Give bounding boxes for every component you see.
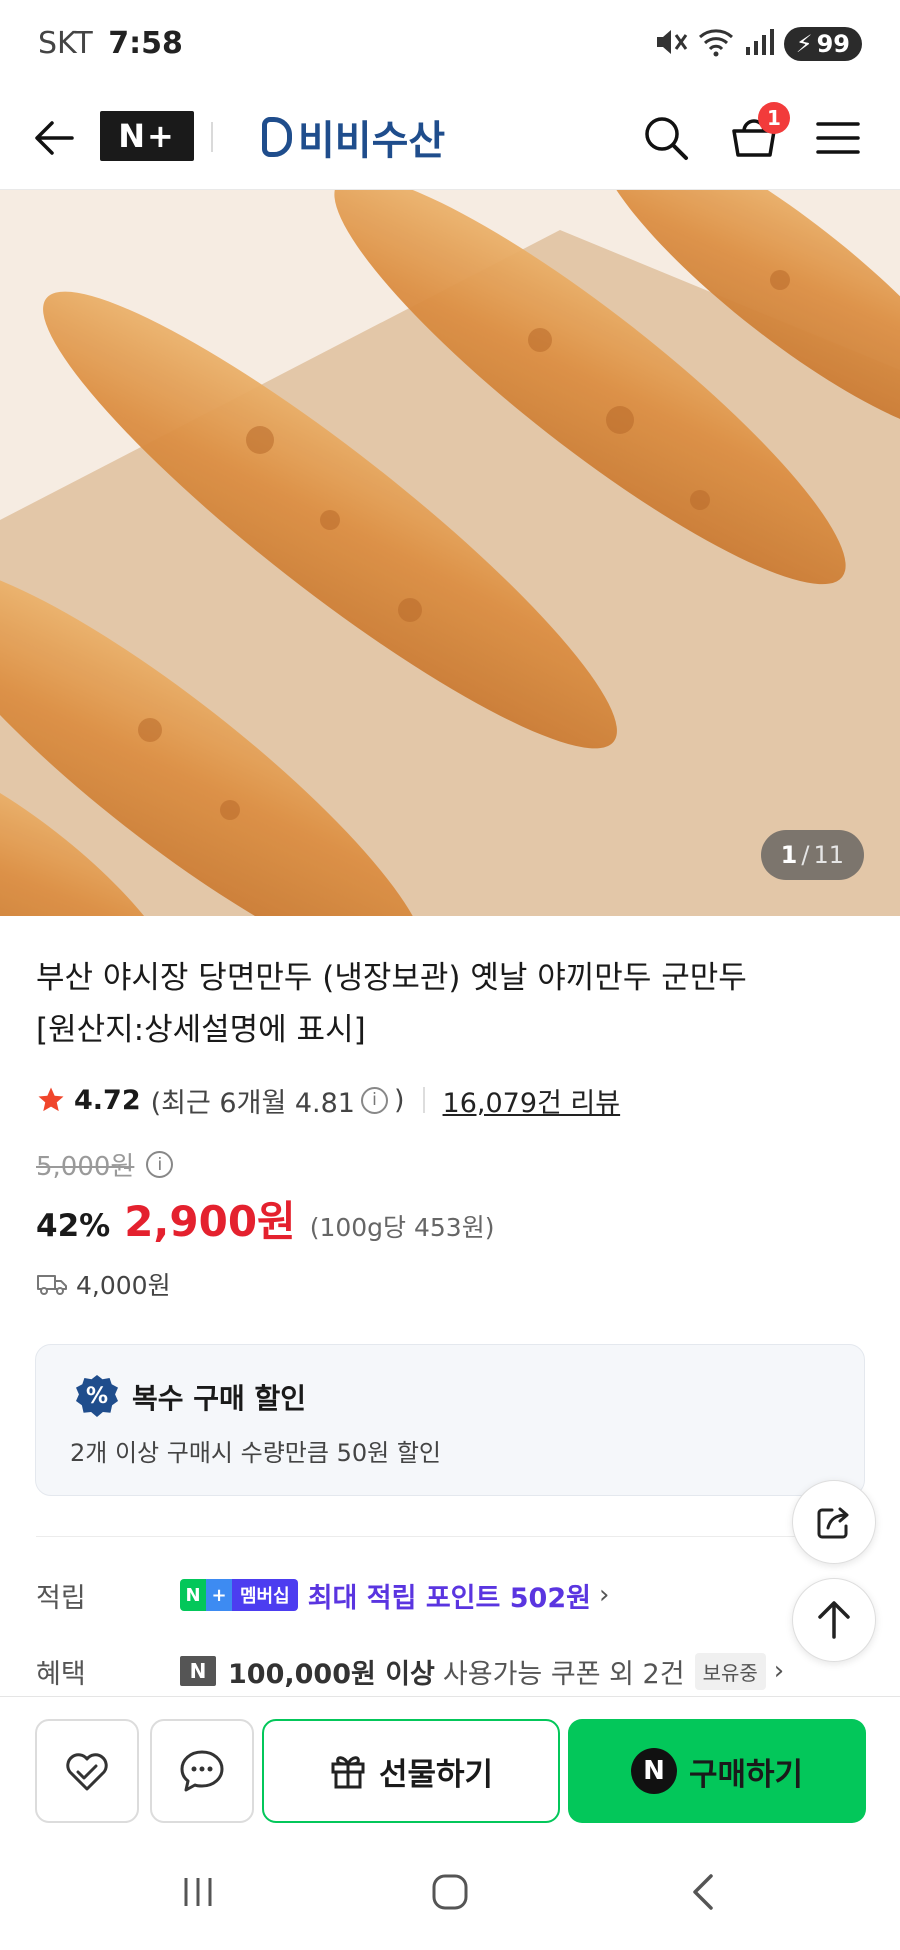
- recent-rating-close: ): [393, 1084, 405, 1116]
- rating-row: 4.72 (최근 6개월 4.81 i ) 16,079건 리뷰: [36, 1078, 620, 1122]
- product-photo-dumplings: [0, 190, 900, 916]
- star-icon: [38, 1087, 64, 1112]
- delivery-truck-icon: [37, 1275, 67, 1295]
- original-price-row: 5,000원 i: [36, 1146, 179, 1183]
- shipping-row: 4,000원: [36, 1264, 171, 1304]
- store-name: 비비수산: [298, 118, 446, 164]
- info-icon[interactable]: i: [360, 1086, 388, 1114]
- max-points-text: 최대 적립 포인트 502원: [307, 1582, 591, 1614]
- original-price: 5,000원: [36, 1152, 135, 1182]
- mute-icon: [654, 27, 688, 61]
- search-button[interactable]: [636, 108, 696, 168]
- coupon-row[interactable]: 혜택 N 100,000원 이상 사용가능 쿠폰 외 2건 보유중 ›: [36, 1646, 784, 1696]
- gift-button[interactable]: 선물하기: [262, 1719, 560, 1823]
- sale-price: 2,900원: [124, 1197, 296, 1246]
- image-counter-separator: /: [801, 841, 810, 869]
- rating-score: 4.72: [74, 1084, 141, 1116]
- product-image-carousel[interactable]: 1 / 11: [0, 190, 900, 916]
- wifi-icon: [698, 27, 734, 61]
- chat-button[interactable]: [150, 1719, 254, 1823]
- share-icon: [817, 1507, 849, 1539]
- header-divider: [211, 122, 213, 152]
- store-logo-mark: [262, 117, 292, 157]
- membership-text: 멤버십: [232, 1579, 298, 1611]
- back-button[interactable]: [26, 110, 82, 166]
- image-counter: 1 / 11: [760, 830, 864, 880]
- buy-button[interactable]: N 구매하기: [568, 1719, 866, 1823]
- image-counter-total: 11: [813, 841, 844, 869]
- review-count-link[interactable]: 16,079건 리뷰: [443, 1081, 621, 1120]
- status-bar: SKT 7:58 ⚡ 99: [0, 0, 900, 86]
- hamburger-menu-icon: [816, 122, 860, 154]
- naver-coupon-icon: N: [180, 1656, 216, 1686]
- shipping-fee: 4,000원: [76, 1271, 171, 1300]
- price-info-icon[interactable]: i: [146, 1151, 174, 1178]
- search-icon: [645, 117, 688, 160]
- bottom-action-bar: 선물하기 N 구매하기: [0, 1696, 900, 1834]
- system-back-button[interactable]: [662, 1862, 742, 1922]
- carrier-name: SKT: [38, 26, 93, 61]
- heart-check-icon: [66, 1753, 108, 1791]
- unit-price: (100g당 453원): [309, 1213, 495, 1242]
- scroll-top-button[interactable]: [792, 1578, 876, 1662]
- arrow-up-icon: [818, 1601, 850, 1639]
- coupon-description: 사용가능 쿠폰 외 2건: [442, 1658, 685, 1690]
- recent-apps-icon: [184, 1878, 212, 1906]
- store-logo[interactable]: 비비수산: [262, 108, 445, 166]
- chat-bubble-icon: [180, 1750, 224, 1792]
- buy-label: 구매하기: [688, 1756, 804, 1793]
- cart-count-badge: 1: [758, 102, 790, 134]
- price-row: 42% 2,900원 (100g당 453원): [36, 1188, 494, 1248]
- system-navigation-bar: [0, 1834, 900, 1950]
- charging-icon: ⚡: [795, 30, 813, 58]
- membership-plus: +: [206, 1579, 232, 1611]
- product-title: 부산 야시장 당면만두 (냉장보관) 옛날 야끼만두 군만두 [원산지:상세설명…: [36, 952, 866, 1056]
- recent-rating: (최근 6개월 4.81: [150, 1087, 355, 1119]
- coupon-amount: 100,000원 이상: [228, 1658, 435, 1690]
- app-header: N+ 비비수산 1: [0, 86, 900, 190]
- chevron-right-icon: ›: [598, 1580, 610, 1610]
- nplus-membership-badge: N + 멤버십: [180, 1579, 298, 1611]
- bulk-discount-description: 2개 이상 구매시 수량만큼 50원 할인: [70, 1439, 441, 1467]
- back-arrow-icon: [35, 121, 74, 155]
- battery-level: 99: [816, 30, 850, 58]
- share-button[interactable]: [792, 1480, 876, 1564]
- signal-icon: [744, 27, 774, 61]
- cart-button[interactable]: 1: [722, 102, 790, 168]
- gift-label: 선물하기: [378, 1756, 494, 1793]
- home-icon: [432, 1874, 468, 1910]
- bulk-discount-card: % 복수 구매 할인 2개 이상 구매시 수량만큼 50원 할인: [35, 1344, 865, 1496]
- discount-rate: 42%: [36, 1208, 111, 1244]
- menu-button[interactable]: [808, 108, 868, 168]
- product-title-line2: [원산지:상세설명에 표시]: [36, 1012, 366, 1048]
- product-title-line1: 부산 야시장 당면만두 (냉장보관) 옛날 야끼만두 군만두: [36, 960, 747, 996]
- status-icons: ⚡ 99: [654, 26, 862, 62]
- status-left: SKT 7:58: [38, 26, 183, 61]
- status-time: 7:58: [108, 26, 183, 61]
- wishlist-button[interactable]: [35, 1719, 139, 1823]
- home-button[interactable]: [410, 1862, 490, 1922]
- battery-indicator: ⚡ 99: [783, 27, 862, 61]
- naver-pay-icon: N: [630, 1748, 677, 1794]
- section-divider: [36, 1536, 866, 1537]
- membership-n: N: [180, 1579, 206, 1611]
- chevron-right-icon: ›: [773, 1656, 785, 1686]
- points-row[interactable]: 적립 N + 멤버십 최대 적립 포인트 502원 ›: [36, 1570, 609, 1620]
- coupon-owned-badge: 보유중: [694, 1652, 766, 1690]
- nplus-logo[interactable]: N+: [100, 111, 194, 161]
- points-label: 적립: [36, 1582, 86, 1614]
- percent-badge-icon: %: [76, 1375, 118, 1417]
- coupon-label: 혜택: [36, 1658, 86, 1690]
- rating-divider: [422, 1087, 425, 1113]
- bulk-discount-title: 복수 구매 할인: [132, 1382, 307, 1415]
- gift-icon: [331, 1756, 365, 1789]
- image-counter-current: 1: [780, 841, 798, 869]
- recent-apps-button[interactable]: [158, 1862, 238, 1922]
- chevron-left-icon: [693, 1874, 713, 1910]
